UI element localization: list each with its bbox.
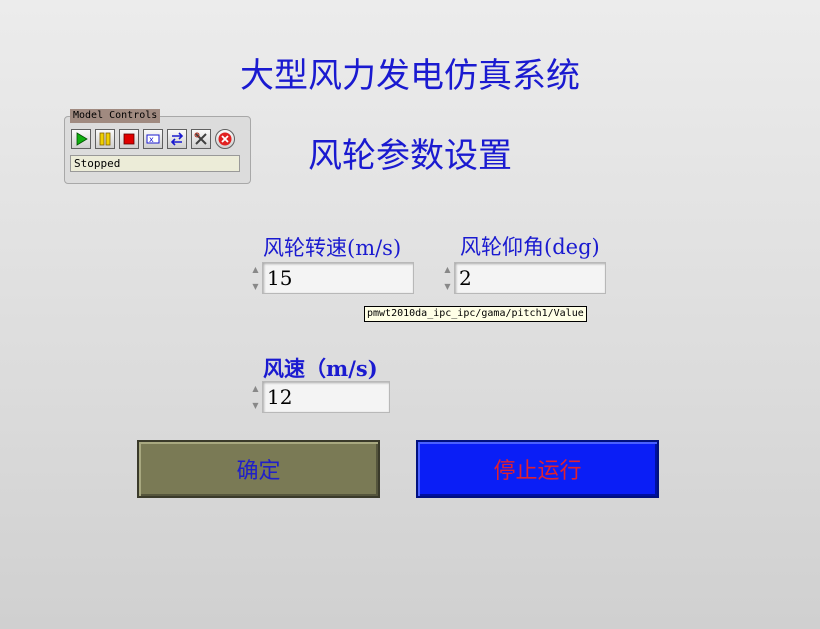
decrement-icon[interactable]: ▼	[250, 278, 261, 295]
model-controls-panel	[64, 116, 251, 184]
app-title: 大型风力发电仿真系统	[240, 56, 580, 96]
wind-speed-input[interactable]: 12	[262, 381, 390, 413]
rotor-speed-input[interactable]: 15	[262, 262, 414, 294]
stop-run-button[interactable]: 停止运行	[416, 440, 659, 498]
step-icon: x	[146, 134, 160, 144]
stop-icon	[123, 133, 135, 145]
connect-icon	[170, 132, 184, 146]
play-icon	[76, 132, 88, 146]
stop-model-button[interactable]	[119, 129, 139, 149]
close-icon	[218, 132, 232, 146]
pitch-angle-input[interactable]: 2	[454, 262, 606, 294]
connect-button[interactable]	[167, 129, 187, 149]
decrement-icon[interactable]: ▼	[442, 278, 453, 295]
pause-button[interactable]	[95, 129, 115, 149]
model-controls-label: Model Controls	[70, 109, 161, 123]
pause-icon	[99, 132, 111, 146]
rotor-speed-spinner[interactable]: ▲ ▼	[250, 261, 261, 295]
wind-speed-label: 风速（m/s)	[263, 356, 378, 381]
increment-icon[interactable]: ▲	[442, 261, 453, 278]
pitch-angle-spinner[interactable]: ▲ ▼	[442, 261, 453, 295]
confirm-button[interactable]: 确定	[137, 440, 380, 498]
increment-icon[interactable]: ▲	[250, 380, 261, 397]
rotor-speed-label: 风轮转速(m/s)	[263, 236, 402, 260]
close-model-button[interactable]	[215, 129, 235, 149]
decrement-icon[interactable]: ▼	[250, 397, 261, 414]
run-button[interactable]	[71, 129, 91, 149]
model-status: Stopped	[70, 155, 240, 172]
tooltip: pmwt2010da_ipc_ipc/gama/pitch1/Value	[364, 306, 587, 322]
svg-text:x: x	[149, 135, 154, 144]
tools-button[interactable]	[191, 129, 211, 149]
tools-icon	[194, 132, 207, 145]
wind-speed-spinner[interactable]: ▲ ▼	[250, 380, 261, 414]
pitch-angle-label: 风轮仰角(deg)	[460, 235, 600, 259]
step-button[interactable]: x	[143, 129, 163, 149]
increment-icon[interactable]: ▲	[250, 261, 261, 278]
